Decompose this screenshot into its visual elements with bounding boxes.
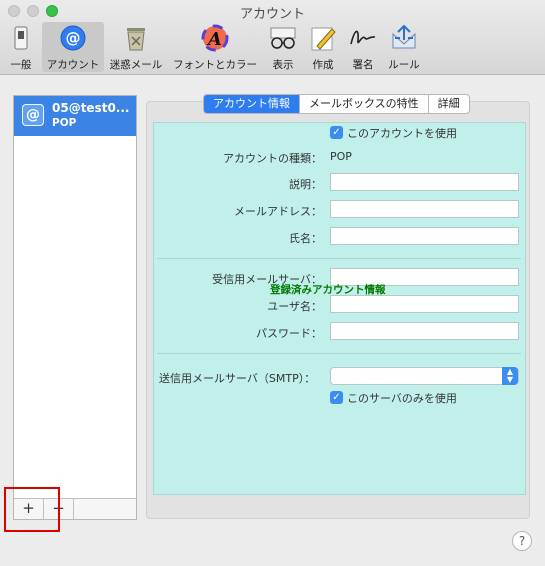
section-divider: [157, 353, 521, 354]
toolbar-accounts[interactable]: @ アカウント: [42, 22, 104, 72]
password-label: パスワード：: [256, 327, 322, 340]
toolbar-signatures[interactable]: 署名: [344, 22, 382, 72]
account-at-icon: @: [22, 104, 44, 126]
at-icon: @: [60, 25, 86, 51]
switch-icon: [14, 26, 28, 50]
use-only-this-server-checkbox[interactable]: ✓: [330, 391, 343, 404]
help-button[interactable]: ?: [512, 531, 532, 551]
email-label: メールアドレス：: [234, 205, 322, 218]
popup-chevron-icon: ▲ ▼: [502, 367, 518, 385]
window-toolbar: アカウント 一般 @ アカウント 迷惑メール A フォントとカラー 表示 作成 …: [0, 0, 545, 75]
outgoing-server-popup[interactable]: ▲ ▼: [330, 367, 519, 385]
account-row[interactable]: @ 05@test0... POP: [14, 96, 136, 136]
add-button-highlight: [4, 487, 60, 532]
trash-icon: [127, 28, 145, 51]
account-name: 05@test0...: [52, 101, 130, 115]
account-type-label: アカウントの種類：: [223, 152, 322, 165]
use-only-this-server-label: このサーバのみを使用: [347, 392, 457, 405]
accounts-list: @ 05@test0... POP + −: [13, 95, 137, 520]
toolbar-viewing[interactable]: 表示: [264, 22, 302, 72]
tab-advanced[interactable]: 詳細: [427, 95, 469, 113]
svg-text:A: A: [206, 29, 222, 50]
enable-account-checkbox[interactable]: ✓: [330, 126, 343, 139]
outgoing-server-label: 送信用メールサーバ（SMTP）：: [159, 372, 316, 385]
account-type: POP: [52, 117, 77, 129]
username-field[interactable]: [330, 295, 519, 313]
glasses-icon: [270, 27, 296, 49]
toolbar-rules[interactable]: ルール: [384, 22, 424, 72]
email-field[interactable]: [330, 200, 519, 218]
toolbar-general[interactable]: 一般: [4, 22, 38, 72]
account-type-value: POP: [330, 150, 352, 163]
rules-icon: [392, 24, 416, 49]
tab-mailbox-behaviors[interactable]: メールボックスの特性: [299, 95, 428, 113]
toolbar-composing[interactable]: 作成: [305, 22, 341, 72]
full-name-field[interactable]: [330, 227, 519, 245]
signature-icon: [350, 30, 376, 45]
username-label: ユーザ名：: [267, 300, 322, 313]
password-field[interactable]: [330, 322, 519, 340]
tab-account-info[interactable]: アカウント情報: [204, 95, 299, 113]
section-divider: [157, 258, 521, 259]
full-name-label: 氏名：: [289, 232, 322, 245]
enable-account-label: このアカウントを使用: [347, 127, 457, 140]
pencil-icon: [311, 27, 336, 51]
account-tabs: アカウント情報 メールボックスの特性 詳細: [203, 94, 470, 114]
svg-text:@: @: [66, 29, 81, 47]
description-label: 説明：: [289, 178, 322, 191]
toolbar-junk[interactable]: 迷惑メール: [106, 22, 166, 72]
font-icon: A: [201, 24, 229, 52]
toolbar-fonts-colors[interactable]: A フォントとカラー: [170, 22, 260, 72]
description-field[interactable]: [330, 173, 519, 191]
window-title: アカウント: [239, 7, 305, 22]
